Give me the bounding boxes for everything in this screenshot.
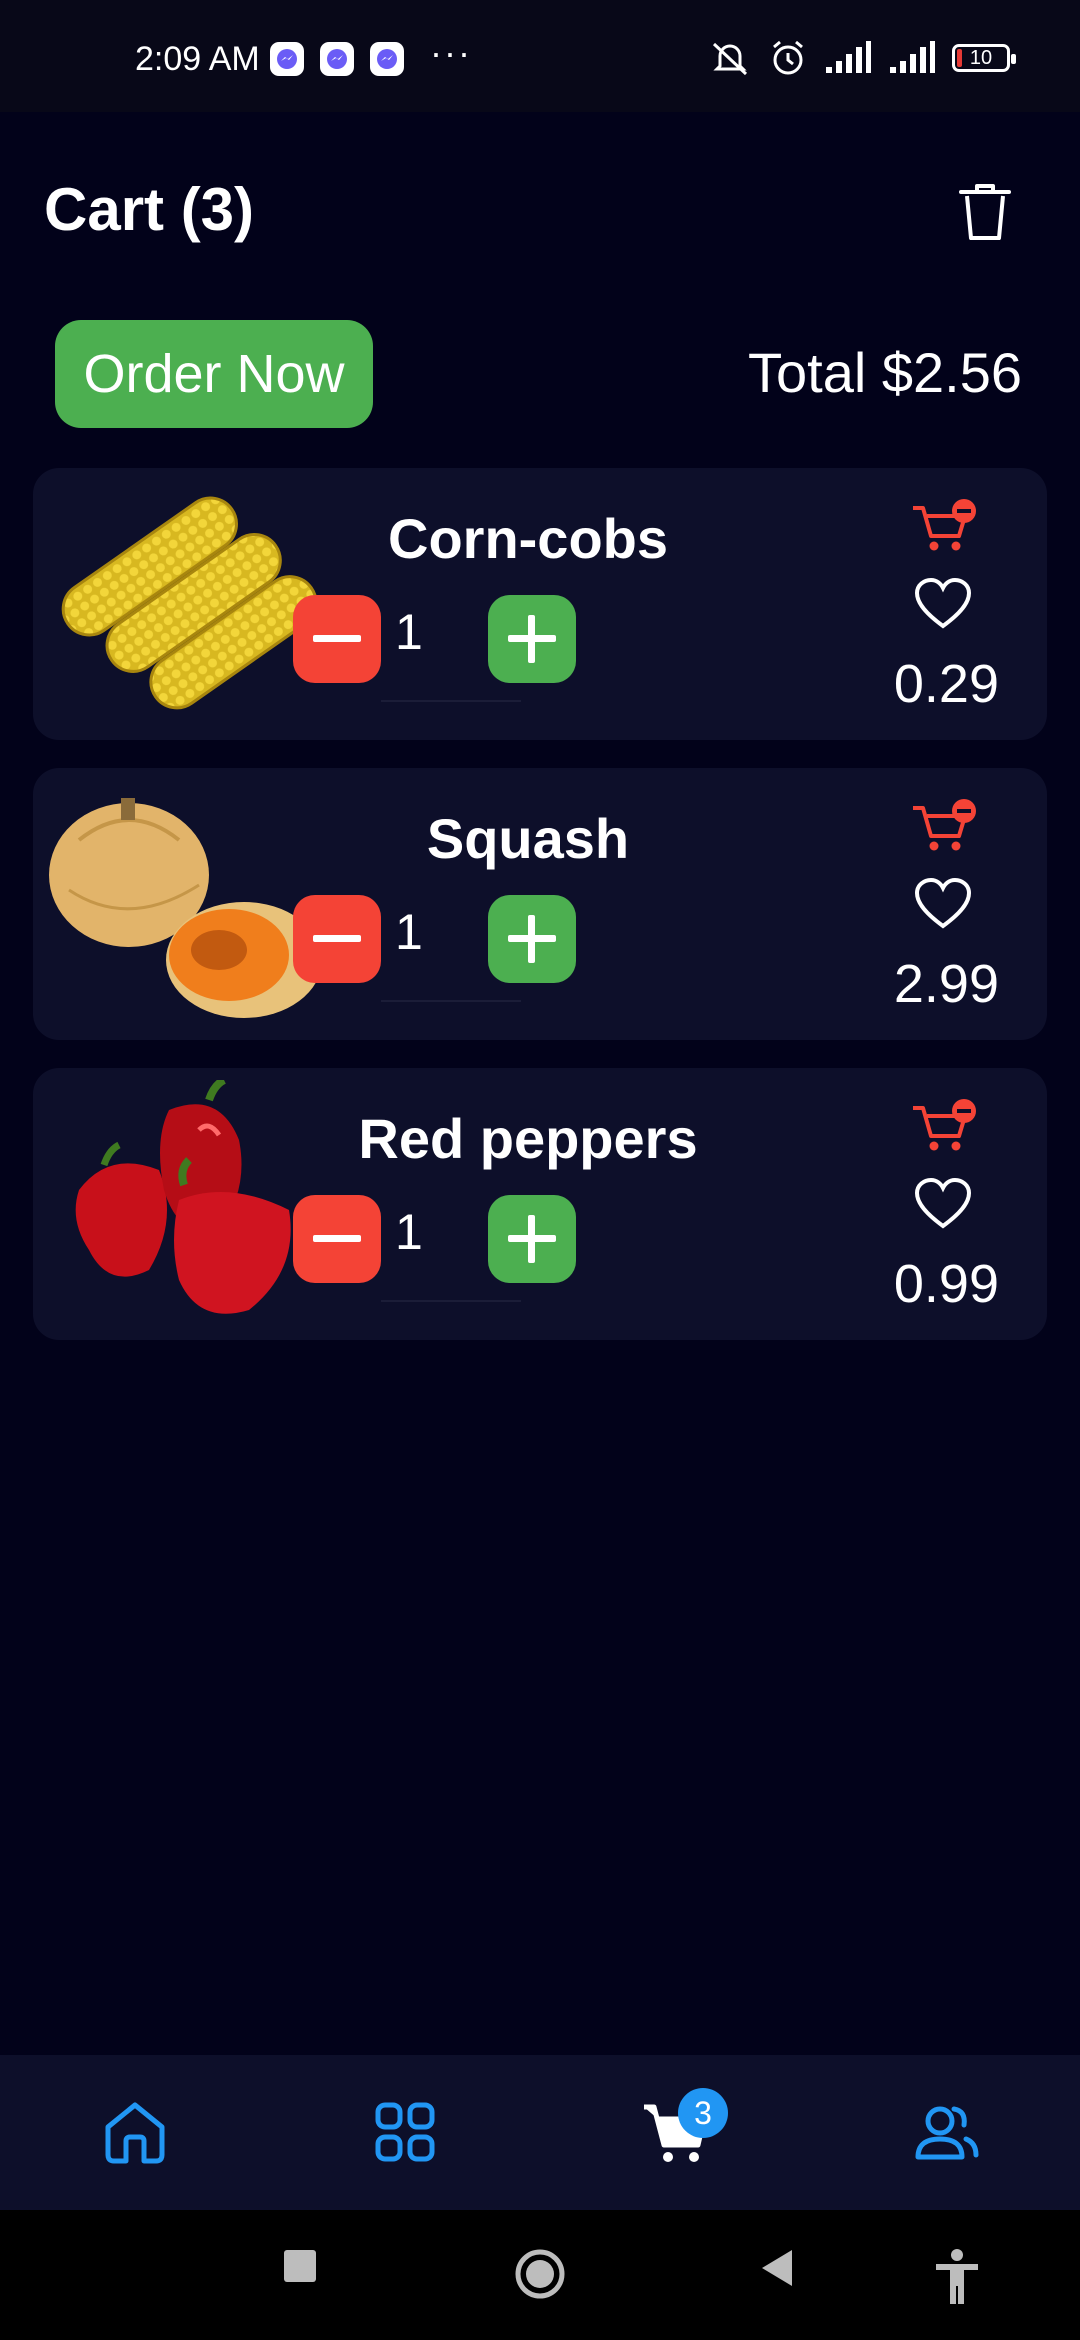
squash-image xyxy=(49,798,322,1018)
item-price: 2.99 xyxy=(893,954,999,1014)
battery-icon: 10 xyxy=(952,44,1016,72)
corn-image xyxy=(61,496,318,710)
mute-icon xyxy=(712,42,748,76)
cart-count-badge: 3 xyxy=(678,2088,728,2138)
increase-quantity-button[interactable] xyxy=(488,1195,576,1283)
grid-icon[interactable] xyxy=(370,2097,440,2167)
increase-quantity-button[interactable] xyxy=(488,895,576,983)
decrease-quantity-button[interactable] xyxy=(293,595,381,683)
favorite-heart-icon[interactable] xyxy=(913,876,973,932)
remove-from-cart-icon[interactable] xyxy=(909,498,979,556)
more-notifications-icon: ··· xyxy=(430,32,472,73)
system-navigation-bar xyxy=(0,2210,1080,2340)
decrease-quantity-button[interactable] xyxy=(293,1195,381,1283)
home-icon[interactable] xyxy=(100,2097,170,2167)
peppers-image xyxy=(75,1080,291,1314)
item-quantity: 1 xyxy=(395,1204,423,1260)
accessibility-button[interactable] xyxy=(932,2248,982,2306)
users-icon[interactable] xyxy=(910,2097,980,2167)
status-bar: 2:09 AM ··· 10 xyxy=(0,0,1080,112)
decrease-quantity-button[interactable] xyxy=(293,895,381,983)
increase-quantity-button[interactable] xyxy=(488,595,576,683)
item-price: 0.29 xyxy=(893,654,999,714)
bottom-navigation xyxy=(0,2055,1080,2210)
remove-from-cart-icon[interactable] xyxy=(909,1098,979,1156)
page-title: Cart (3) xyxy=(44,176,255,243)
messenger-icon xyxy=(370,42,404,76)
trash-icon[interactable] xyxy=(955,180,1015,244)
battery-level: 10 xyxy=(969,46,993,69)
item-quantity: 1 xyxy=(395,904,423,960)
order-now-button[interactable]: Order Now xyxy=(55,320,373,428)
favorite-heart-icon[interactable] xyxy=(913,576,973,632)
item-name: Red peppers xyxy=(358,1107,698,1170)
item-price: 0.99 xyxy=(893,1254,999,1314)
cart-item: Corn-cobs 1 0.29 xyxy=(33,468,1047,740)
alarm-icon xyxy=(773,40,803,75)
cart-total: Total $2.56 xyxy=(748,341,1022,404)
recents-button[interactable] xyxy=(282,2248,318,2284)
back-button[interactable] xyxy=(758,2248,794,2288)
cart-item: Red peppers 1 0.99 xyxy=(33,1068,1047,1340)
quantity-underline xyxy=(381,700,521,702)
messenger-icon xyxy=(270,42,304,76)
item-quantity: 1 xyxy=(395,604,423,660)
cart-item: Squash 1 2.99 xyxy=(33,768,1047,1040)
quantity-underline xyxy=(381,1300,521,1302)
signal-icon xyxy=(890,41,935,73)
status-time: 2:09 AM xyxy=(135,40,260,78)
item-name: Corn-cobs xyxy=(388,507,668,570)
signal-icon xyxy=(826,41,871,73)
item-name: Squash xyxy=(426,807,630,870)
remove-from-cart-icon[interactable] xyxy=(909,798,979,856)
messenger-icon xyxy=(320,42,354,76)
favorite-heart-icon[interactable] xyxy=(913,1176,973,1232)
home-button[interactable] xyxy=(514,2248,566,2300)
quantity-underline xyxy=(381,1000,521,1002)
